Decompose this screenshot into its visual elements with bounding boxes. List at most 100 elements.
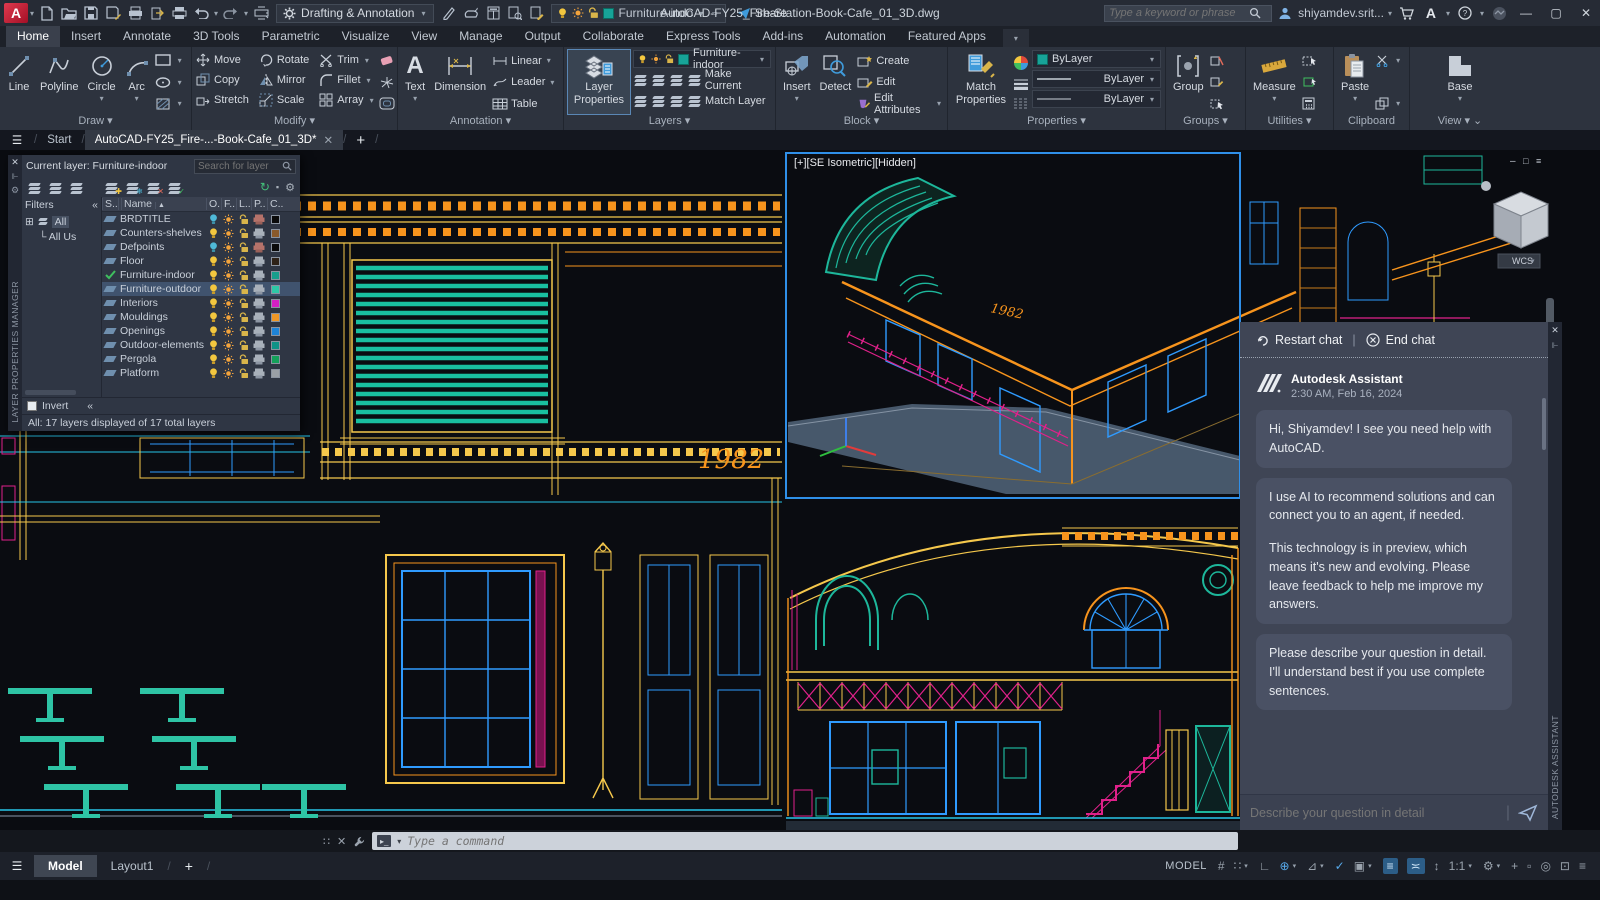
viewport-window-controls[interactable]: – □ ≡ xyxy=(1510,156,1541,167)
workspace-gear-icon[interactable]: ⚙ ▾ xyxy=(1483,859,1502,873)
arc-button[interactable]: Arc ▾ xyxy=(122,50,152,114)
viewport-controls-label[interactable]: [+][SE Isometric][Hidden] xyxy=(794,157,916,169)
layout-menu-icon[interactable]: ☰ xyxy=(0,859,34,873)
move-tool[interactable]: Move xyxy=(196,53,249,67)
help-search-input[interactable] xyxy=(1109,7,1250,19)
measure-button[interactable]: Measure ▾ xyxy=(1250,50,1299,114)
layer-freeze-icon[interactable] xyxy=(221,242,236,253)
restart-chat-button[interactable]: Restart chat xyxy=(1256,333,1342,347)
annotation-scale[interactable]: 1:1 ▾ xyxy=(1449,859,1474,873)
user-avatar-icon[interactable] xyxy=(1274,2,1296,24)
layer-freeze-icon[interactable] xyxy=(221,270,236,281)
render-icon[interactable] xyxy=(460,2,482,24)
assistant-autohide-icon[interactable]: ⊩ xyxy=(1552,341,1559,350)
layer-plot-icon[interactable] xyxy=(251,298,267,309)
layer-plot-icon[interactable] xyxy=(251,340,267,351)
hatch-tool[interactable]: ▾ xyxy=(155,94,184,113)
layer-lock-icon[interactable] xyxy=(236,227,251,239)
layer-row-Defpoints[interactable]: Defpoints xyxy=(102,240,300,254)
layer-row-Interiors[interactable]: Interiors xyxy=(102,296,300,310)
layer-row-Furniture-indoor[interactable]: Furniture-indoor xyxy=(102,268,300,282)
layer-plot-icon[interactable] xyxy=(251,326,267,337)
layer-plot-icon[interactable] xyxy=(251,256,267,267)
ribbon-tab-3d-tools[interactable]: 3D Tools xyxy=(182,26,250,47)
open-file-icon[interactable] xyxy=(58,2,80,24)
collapse-invert-icon[interactable]: « xyxy=(87,400,93,412)
new-file-icon[interactable] xyxy=(36,2,58,24)
layer-plot-icon[interactable] xyxy=(251,368,267,379)
ribbon-tab-add-ins[interactable]: Add-ins xyxy=(751,26,814,47)
chat-input[interactable] xyxy=(1250,805,1498,820)
layer-color-swatch[interactable] xyxy=(267,284,283,294)
mirror-tool[interactable]: Mirror xyxy=(259,73,309,87)
layer-plot-icon[interactable] xyxy=(251,214,267,225)
clean-screen-icon[interactable]: ⊡ xyxy=(1560,859,1570,873)
layer-lock-icon[interactable] xyxy=(236,353,251,365)
layer-color-swatch[interactable] xyxy=(267,354,283,364)
polyline-button[interactable]: Polyline xyxy=(37,50,82,114)
search-icon[interactable] xyxy=(1249,7,1261,19)
layer-plot-icon[interactable] xyxy=(251,312,267,323)
layer-on-icon[interactable] xyxy=(206,255,221,267)
layer-states-icon[interactable] xyxy=(69,182,84,194)
layer-on-icon[interactable] xyxy=(206,325,221,337)
group-button[interactable]: Group xyxy=(1170,50,1207,114)
osnap-tracking-icon[interactable]: ✓ xyxy=(1335,859,1345,873)
layer-on-icon[interactable] xyxy=(206,339,221,351)
undo-caret-icon[interactable]: ▾ xyxy=(214,9,218,18)
layer-color-swatch[interactable] xyxy=(267,270,283,280)
ribbon-tab-manage[interactable]: Manage xyxy=(448,26,513,47)
end-chat-button[interactable]: End chat xyxy=(1366,333,1435,347)
layer-lock-icon[interactable] xyxy=(236,325,251,337)
copy-clip-tool[interactable]: ▾ xyxy=(1375,94,1402,113)
table-tool[interactable]: Table xyxy=(492,94,556,113)
layer-row-Furniture-outdoor[interactable]: Furniture-outdoor xyxy=(102,282,300,296)
snap-mode-icon[interactable]: ∷ ▾ xyxy=(1234,859,1250,873)
linetype-list-icon[interactable] xyxy=(1013,97,1029,109)
layer-freeze-icon[interactable] xyxy=(221,284,236,295)
group-edit-tool[interactable] xyxy=(1210,73,1224,92)
layer-row-Platform[interactable]: Platform xyxy=(102,366,300,380)
groups-panel-title[interactable]: Groups ▾ xyxy=(1166,114,1245,130)
layer-freeze-icon[interactable] xyxy=(221,228,236,239)
set-current-layer-icon[interactable]: ✓ xyxy=(167,182,185,196)
new-layer-frozen-icon[interactable]: ❄ xyxy=(125,182,143,196)
command-customize-icon[interactable] xyxy=(353,835,366,848)
rectangle-tool[interactable]: ▾ xyxy=(154,51,184,70)
quick-select-tool[interactable] xyxy=(1302,51,1317,70)
layer-lock-icon[interactable] xyxy=(236,241,251,253)
edit-attributes-tool[interactable]: Edit Attributes ▾ xyxy=(857,92,943,116)
invert-filter-checkbox[interactable] xyxy=(27,401,37,411)
scale-tool[interactable]: Scale xyxy=(259,93,309,107)
quick-calc-select-tool[interactable] xyxy=(1302,73,1317,92)
layer-on-icon[interactable] xyxy=(206,227,221,239)
layer-on-icon[interactable] xyxy=(206,213,221,225)
new-layout-button[interactable]: + xyxy=(171,854,207,878)
transparency-icon[interactable]: ≍ xyxy=(1406,858,1425,874)
file-tab-start[interactable]: Start xyxy=(37,130,81,150)
export-icon[interactable] xyxy=(146,2,168,24)
layer-color-swatch[interactable] xyxy=(267,298,283,308)
palette-properties-icon[interactable]: ⚙ xyxy=(11,185,19,196)
paste-button[interactable]: Paste ▾ xyxy=(1338,50,1372,114)
command-prompt-icon[interactable]: ▸_ xyxy=(377,835,392,847)
layer-color-swatch[interactable] xyxy=(267,340,283,350)
layer-freeze-icon[interactable] xyxy=(221,214,236,225)
palette-close-icon[interactable]: ✕ xyxy=(11,157,19,168)
insert-caret-icon[interactable]: ▾ xyxy=(795,94,799,103)
layer-on-icon[interactable] xyxy=(206,297,221,309)
command-grip-icon[interactable]: ∷ xyxy=(323,835,330,848)
match-layer-row[interactable]: Match Layer xyxy=(633,91,771,110)
layer-on-icon[interactable] xyxy=(206,353,221,365)
store-cart-icon[interactable] xyxy=(1396,2,1418,24)
layer-lock-icon[interactable] xyxy=(236,297,251,309)
lineweight-list-icon[interactable] xyxy=(1013,78,1029,90)
customization-icon[interactable]: ≡ xyxy=(1579,859,1586,873)
settings-gear-icon[interactable]: ⚙ xyxy=(285,181,295,194)
app-menu-button[interactable]: A xyxy=(4,3,28,23)
make-current-row[interactable]: Make Current xyxy=(633,68,771,92)
layer-lock-icon[interactable] xyxy=(236,283,251,295)
help-caret-icon[interactable]: ▾ xyxy=(1480,9,1484,18)
annotation-monitor-icon[interactable]: ▫ xyxy=(1527,859,1531,873)
utilities-panel-title[interactable]: Utilities ▾ xyxy=(1246,114,1333,130)
